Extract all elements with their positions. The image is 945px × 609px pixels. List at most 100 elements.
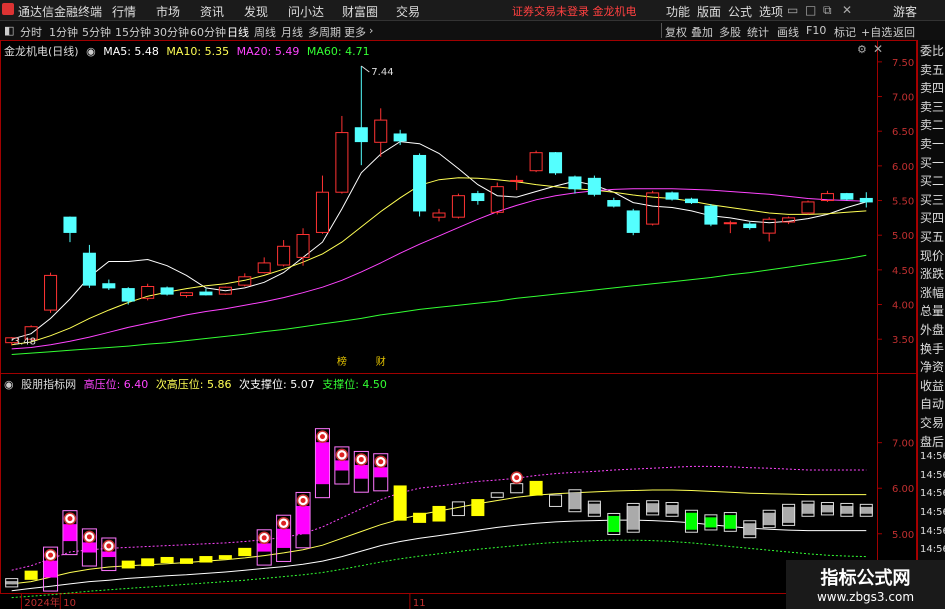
candle-body-down [568,176,582,190]
candle-body-down [607,200,621,207]
quote-panel-item: 卖四 [920,81,945,96]
period-button-1m[interactable]: 1分钟 [49,24,78,40]
period-button-monthly[interactable]: 月线 [281,24,303,40]
menu-item-options[interactable]: 选项 [759,3,783,20]
minimize-icon[interactable]: ▭ [787,3,798,17]
quote-panel-item: 总量 [920,304,945,319]
ma60-label: MA60: 4.71 [306,45,370,58]
toolbar-button-stats[interactable]: 统计 [747,24,769,40]
toolbar-button-f10[interactable]: F10 [806,24,826,37]
quote-panel-item: 卖五 [920,62,945,77]
high-annotation-label: 7.44 [371,67,393,78]
sub-toggle-icon[interactable]: ◉ [4,378,14,391]
quote-panel-item: 涨跌 [920,267,945,282]
menu-item-quotes[interactable]: 行情 [112,3,136,20]
candle-body-down [587,177,601,195]
app-name: 通达信金融终端 [18,5,103,19]
candle-body-down [840,193,854,200]
signal-medal-icon [48,552,54,558]
candle-body-down [743,223,757,229]
signal-bar [782,506,796,523]
sub-legend: ◉ 股朋指标网 高压位: 6.40 次高压位: 5.86 次支撑位: 5.07 … [4,376,391,392]
settings-gear-icon[interactable]: ⚙ [857,43,867,56]
period-button-60m[interactable]: 60分钟 [190,24,226,40]
restore-icon[interactable]: ⧉ [823,3,832,18]
signal-medal-icon [106,543,112,549]
window-icon[interactable]: □ [805,3,816,17]
sub-y-tick-label: 6.00 [892,484,914,495]
candle-body-down [665,192,679,200]
candle-body-down [160,287,174,295]
main-y-tick-label: 6.00 [892,162,914,173]
signal-medal-icon [67,516,73,522]
quote-panel-item: 委比 [920,44,945,58]
kline-chart[interactable]: 7.50 7.00 6.50 6.00 5.50 5.00 4.50 4.00 3.50 7.4… [0,40,917,609]
signal-bar [723,515,737,529]
sub-line [11,539,867,599]
toolbar-button-overlay[interactable]: 叠加 [691,24,713,40]
toolbar-button-adjust[interactable]: 复权 [665,24,687,40]
main-y-tick-label: 5.00 [892,231,914,242]
toolbar-button-multistock[interactable]: 多股 [719,24,741,40]
signal-bar [199,556,213,563]
menu-item-function[interactable]: 功能 [666,3,690,20]
period-button-30m[interactable]: 30分钟 [153,24,189,40]
menu-item-market[interactable]: 市场 [156,3,180,20]
menu-item-layout[interactable]: 版面 [697,3,721,20]
toolbar-divider [661,23,662,38]
signal-bar [607,515,621,533]
signal-bar [413,512,427,523]
low-annotation-label: 3.48 [14,337,36,348]
candle-body-up [315,191,329,233]
sub-y-tick-label: 7.00 [892,439,914,450]
period-button-15m[interactable]: 15分钟 [115,24,151,40]
watermark: 指标公式网 www.zbgs3.com [786,560,945,609]
quote-panel-item: 买二 [920,174,945,189]
menu-item-ask[interactable]: 问小达 [288,3,324,20]
close-main-icon[interactable]: ✕ [873,42,883,56]
menu-item-wealth[interactable]: 财富圈 [342,3,378,20]
guest-button[interactable]: 游客 [893,3,917,20]
quote-panel-item: 卖一 [920,137,945,151]
legend-toggle-icon[interactable]: ◉ [86,45,96,58]
toolbar-button-mark[interactable]: 标记 [834,24,856,40]
quote-panel-item: 外盘 [920,323,945,337]
signal-bar [451,501,465,517]
menu-item-news[interactable]: 资讯 [200,3,224,20]
period-button-5m[interactable]: 5分钟 [82,24,111,40]
candle-body-down [102,283,116,289]
signal-bar [820,505,834,513]
period-button-intraday[interactable]: 分时 [20,24,42,40]
quote-panel-item: 14:56 [920,451,945,463]
period-button-more[interactable]: 更多 [344,24,366,40]
quote-panel-item: 交易 [920,416,945,430]
candle-body-up [801,201,815,214]
toolbar-button-back[interactable]: 返回 [893,24,915,40]
signal-bar [684,512,699,530]
menu-item-formula[interactable]: 公式 [728,3,752,20]
period-button-weekly[interactable]: 周线 [254,24,276,40]
menu-item-trade[interactable]: 交易 [396,3,420,20]
signal-bar [704,517,718,528]
menu-item-discover[interactable]: 发现 [244,3,268,20]
period-button-daily[interactable]: 日线 [227,24,249,40]
more-chevron-icon[interactable]: › [369,24,373,37]
candle-body-down [471,193,485,202]
toolbar-button-draw[interactable]: 画线 [777,24,799,40]
chart-title: 金龙机电(日线) [4,45,79,58]
x-axis-tick-label: 10 [63,598,76,609]
toolbar-toggle-icon[interactable]: ◧ [4,24,14,37]
quote-panel-item: 净资 [920,360,945,375]
signal-bar [257,543,271,552]
candle-body-down [354,127,368,143]
signal-medal-icon [514,475,520,481]
main-y-tick-label: 6.50 [892,127,914,138]
login-notice: 证券交易未登录 金龙机电 [512,5,637,18]
signal-bar [801,503,815,514]
signal-medal-icon [261,535,267,541]
close-icon[interactable]: ✕ [842,3,852,17]
candle-body-up [432,212,446,218]
signal-medal-icon [358,456,364,462]
toolbar-button-add-watchlist[interactable]: +自选 [861,24,892,40]
period-button-multi[interactable]: 多周期 [308,24,341,40]
